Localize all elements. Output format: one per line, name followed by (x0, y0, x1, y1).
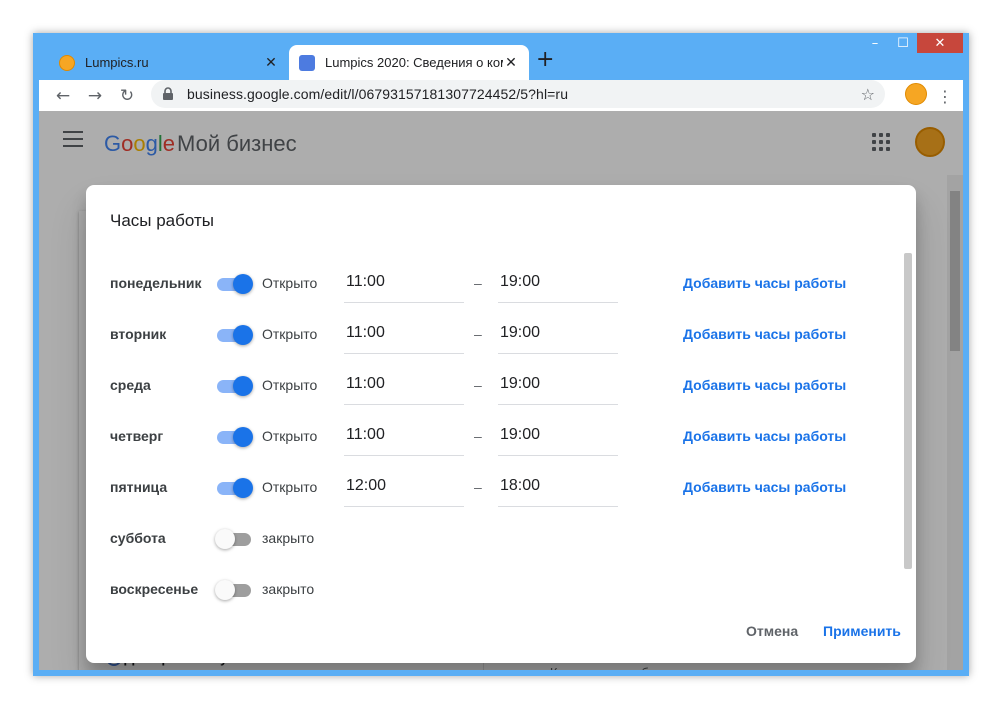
reload-icon[interactable]: ↻ (113, 82, 141, 110)
orange-favicon-icon (59, 54, 75, 71)
url-text: business.google.com/edit/l/0679315718130… (187, 86, 569, 102)
open-time-field[interactable]: 11:00 (344, 315, 464, 354)
day-label: суббота (110, 530, 166, 546)
day-label: вторник (110, 326, 167, 342)
add-hours-link[interactable]: Добавить часы работы (683, 428, 846, 444)
day-row: суббота закрыто (110, 519, 890, 559)
bookmark-star-icon[interactable]: ☆ (861, 85, 875, 104)
close-time-value: 18:00 (500, 477, 541, 494)
open-closed-toggle[interactable] (215, 324, 253, 346)
open-state-label: Открыто (262, 275, 318, 291)
tab-close-icon[interactable]: ✕ (263, 55, 279, 71)
open-closed-toggle[interactable] (215, 426, 253, 448)
window-close-button[interactable]: ✕ (917, 33, 963, 53)
business-hours-dialog: Часы работы понедельник Открыто 11:00 – 19:0… (86, 185, 916, 663)
tab-title: Lumpics.ru (85, 55, 149, 70)
minimize-button[interactable]: – (861, 33, 889, 53)
tab-lumpics[interactable]: Lumpics.ru ✕ (49, 45, 289, 80)
close-time-value: 19:00 (500, 426, 541, 443)
day-row: четверг Открыто 11:00 – 19:00 Добавить часы р… (110, 417, 890, 457)
close-time-field[interactable]: 19:00 (498, 264, 618, 303)
open-closed-toggle[interactable] (215, 528, 253, 550)
close-time-value: 19:00 (500, 375, 541, 392)
browser-window: – ☐ ✕ Lumpics.ru ✕ Lumpics 2020: Сведени… (33, 33, 969, 676)
tab-title: Lumpics 2020: Сведения о комп (325, 55, 503, 70)
day-label: воскресенье (110, 581, 199, 597)
add-hours-link[interactable]: Добавить часы работы (683, 377, 846, 393)
open-state-label: Открыто (262, 326, 318, 342)
browser-menu-icon[interactable]: ⋮ (937, 82, 953, 110)
open-state-label: закрыто (262, 581, 315, 597)
day-row: вторник Открыто 11:00 – 19:00 Добавить часы р… (110, 315, 890, 355)
tab-close-icon[interactable]: ✕ (503, 55, 519, 71)
time-range-dash: – (474, 428, 482, 444)
day-row: воскресенье закрыто (110, 570, 890, 610)
page: GoogleМой бизнес Территории обслуживания… (39, 111, 963, 670)
time-range-dash: – (474, 326, 482, 342)
window-controls: – ☐ ✕ (861, 33, 963, 54)
open-time-value: 11:00 (346, 375, 385, 392)
time-range-dash: – (474, 479, 482, 495)
address-bar[interactable]: business.google.com/edit/l/0679315718130… (151, 80, 885, 108)
back-icon[interactable]: ← (49, 82, 77, 110)
my-business-favicon-icon (299, 54, 315, 71)
day-row: понедельник Открыто 11:00 – 19:00 Добавить ча… (110, 264, 890, 304)
open-time-value: 12:00 (346, 477, 387, 494)
open-time-field[interactable]: 12:00 (344, 468, 464, 507)
day-label: понедельник (110, 275, 202, 291)
open-closed-toggle[interactable] (215, 273, 253, 295)
dialog-title: Часы работы (110, 211, 214, 230)
open-closed-toggle[interactable] (215, 375, 253, 397)
close-time-field[interactable]: 18:00 (498, 468, 618, 507)
cancel-button[interactable]: Отмена (746, 623, 798, 639)
open-state-label: Открыто (262, 428, 318, 444)
time-range-dash: – (474, 275, 482, 291)
open-closed-toggle[interactable] (215, 579, 253, 601)
open-time-value: 11:00 (346, 324, 385, 341)
open-state-label: закрыто (262, 530, 315, 546)
add-hours-link[interactable]: Добавить часы работы (683, 479, 846, 495)
profile-avatar[interactable] (905, 83, 927, 105)
new-tab-button[interactable]: + (536, 47, 554, 72)
open-time-field[interactable]: 11:00 (344, 264, 464, 303)
lock-icon (163, 87, 173, 100)
maximize-button[interactable]: ☐ (889, 33, 917, 53)
forward-icon[interactable]: → (81, 82, 109, 110)
open-time-field[interactable]: 11:00 (344, 417, 464, 456)
apply-button[interactable]: Применить (823, 623, 901, 639)
day-label: четверг (110, 428, 164, 444)
close-time-field[interactable]: 19:00 (498, 417, 618, 456)
close-time-value: 19:00 (500, 273, 541, 290)
add-hours-link[interactable]: Добавить часы работы (683, 275, 846, 291)
open-closed-toggle[interactable] (215, 477, 253, 499)
close-time-value: 19:00 (500, 324, 541, 341)
close-time-field[interactable]: 19:00 (498, 366, 618, 405)
open-state-label: Открыто (262, 377, 318, 393)
day-row: среда Открыто 11:00 – 19:00 Добавить часы раб… (110, 366, 890, 406)
day-row: пятница Открыто 12:00 – 18:00 Добавить часы р… (110, 468, 890, 508)
time-range-dash: – (474, 377, 482, 393)
dialog-scrollbar[interactable] (904, 253, 912, 569)
open-time-value: 11:00 (346, 273, 385, 290)
close-time-field[interactable]: 19:00 (498, 315, 618, 354)
day-label: пятница (110, 479, 168, 495)
browser-toolbar: ← → ↻ business.google.com/edit/l/0679315… (39, 80, 963, 111)
add-hours-link[interactable]: Добавить часы работы (683, 326, 846, 342)
day-label: среда (110, 377, 151, 393)
open-time-value: 11:00 (346, 426, 385, 443)
open-time-field[interactable]: 11:00 (344, 366, 464, 405)
open-state-label: Открыто (262, 479, 318, 495)
tab-google-my-business[interactable]: Lumpics 2020: Сведения о комп ✕ (289, 45, 529, 80)
